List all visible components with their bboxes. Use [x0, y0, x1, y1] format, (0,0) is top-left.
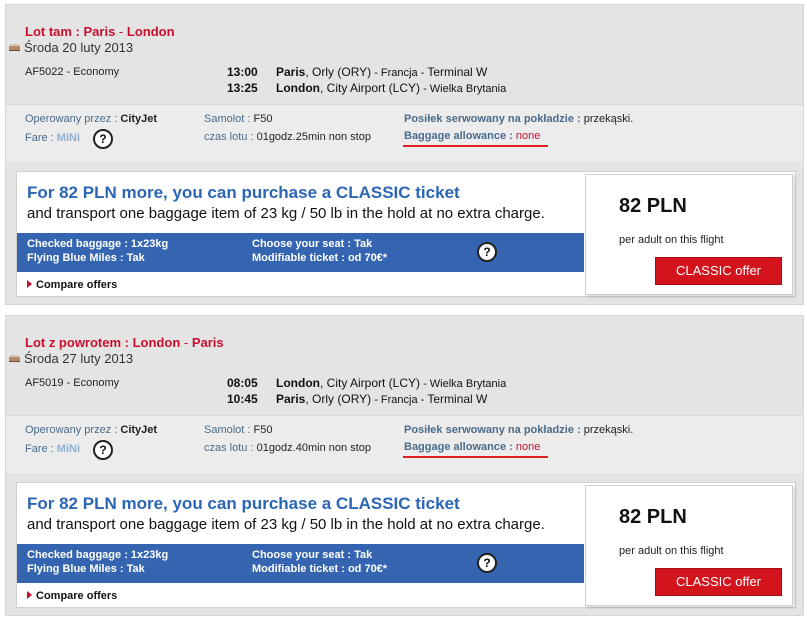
- flight-number: AF5019 - Economy: [25, 377, 120, 389]
- baggage-allowance: Baggage allowance : none: [404, 130, 541, 142]
- classic-offer-button[interactable]: CLASSIC offer: [655, 568, 782, 596]
- checked-baggage: Checked baggage : 1x23kg: [27, 238, 169, 250]
- meal-info: Posiłek serwowany na pokładzie : przekąs…: [404, 113, 634, 125]
- plane-icon: [9, 355, 20, 362]
- plane-icon: [9, 44, 20, 51]
- upsell-offer: For 82 PLN more, you can purchase a CLAS…: [16, 482, 796, 608]
- flight-block-return: Lot z powrotem : London - Paris Środa 27…: [5, 315, 804, 616]
- compare-offers-link[interactable]: Compare offers: [27, 590, 117, 602]
- offer-help-icon[interactable]: ?: [477, 242, 497, 262]
- offer-headline: For 82 PLN more, you can purchase a CLAS…: [27, 494, 460, 513]
- highlight-underline: [403, 145, 548, 147]
- price-card: 82 PLN per adult on this flight CLASSIC …: [585, 485, 793, 606]
- flight-details: Operowany przez : CityJet Fare : MiNi ? …: [6, 104, 803, 162]
- fare: Fare : MiNi: [25, 443, 81, 455]
- fare: Fare : MiNi: [25, 132, 81, 144]
- offer-features: Checked baggage : 1x23kg Flying Blue Mil…: [17, 233, 584, 272]
- flight-date: Środa 27 luty 2013: [9, 351, 133, 366]
- flight-title: Lot z powrotem : London - Paris: [25, 335, 224, 350]
- choose-seat: Choose your seat : Tak: [252, 549, 373, 561]
- triangle-right-icon: [27, 280, 32, 288]
- classic-offer-button[interactable]: CLASSIC offer: [655, 257, 782, 285]
- flight-date: Środa 20 luty 2013: [9, 40, 133, 55]
- price-per-adult: per adult on this flight: [619, 545, 724, 557]
- meal-info: Posiłek serwowany na pokładzie : przekąs…: [404, 424, 634, 436]
- operated-by: Operowany przez : CityJet: [25, 113, 158, 125]
- aircraft: Samolot : F50: [204, 424, 273, 436]
- flight-number: AF5022 - Economy: [25, 66, 120, 78]
- offer-features: Checked baggage : 1x23kg Flying Blue Mil…: [17, 544, 584, 583]
- operated-by: Operowany przez : CityJet: [25, 424, 158, 436]
- triangle-right-icon: [27, 591, 32, 599]
- arrival-airport: London, City Airport (LCY) - Wielka Bryt…: [276, 81, 507, 95]
- offer-subline: and transport one baggage item of 23 kg …: [27, 205, 545, 222]
- offer-headline: For 82 PLN more, you can purchase a CLAS…: [27, 183, 460, 202]
- compare-offers-link[interactable]: Compare offers: [27, 279, 117, 291]
- offer-price: 82 PLN: [619, 506, 687, 528]
- modifiable-ticket: Modifiable ticket : od 70€*: [252, 563, 388, 575]
- price-card: 82 PLN per adult on this flight CLASSIC …: [585, 174, 793, 295]
- aircraft: Samolot : F50: [204, 113, 273, 125]
- arrival-time: 13:25: [227, 81, 258, 95]
- departure-time: 08:05: [227, 376, 258, 390]
- fare-help-icon[interactable]: ?: [93, 129, 113, 149]
- choose-seat: Choose your seat : Tak: [252, 238, 373, 250]
- flight-block-outbound: Lot tam : Paris - London Środa 20 luty 2…: [5, 4, 804, 305]
- offer-subline: and transport one baggage item of 23 kg …: [27, 516, 545, 533]
- fare-help-icon[interactable]: ?: [93, 440, 113, 460]
- flight-title: Lot tam : Paris - London: [25, 24, 175, 39]
- upsell-offer: For 82 PLN more, you can purchase a CLAS…: [16, 171, 796, 297]
- baggage-allowance: Baggage allowance : none: [404, 441, 541, 453]
- flying-blue-miles: Flying Blue Miles : Tak: [27, 252, 145, 264]
- checked-baggage: Checked baggage : 1x23kg: [27, 549, 169, 561]
- flight-duration: czas lotu : 01godz.25min non stop: [204, 131, 371, 143]
- flight-duration: czas lotu : 01godz.40min non stop: [204, 442, 371, 454]
- offer-price: 82 PLN: [619, 195, 687, 217]
- departure-time: 13:00: [227, 65, 258, 79]
- highlight-underline: [403, 456, 548, 458]
- offer-help-icon[interactable]: ?: [477, 553, 497, 573]
- departure-airport: Paris, Orly (ORY) - Francja - Terminal W: [276, 65, 488, 79]
- modifiable-ticket: Modifiable ticket : od 70€*: [252, 252, 388, 264]
- price-per-adult: per adult on this flight: [619, 234, 724, 246]
- departure-airport: London, City Airport (LCY) - Wielka Bryt…: [276, 376, 507, 390]
- arrival-time: 10:45: [227, 392, 258, 406]
- arrival-airport: Paris, Orly (ORY) - Francja - Terminal W: [276, 392, 488, 406]
- flight-details: Operowany przez : CityJet Fare : MiNi ? …: [6, 415, 803, 473]
- flying-blue-miles: Flying Blue Miles : Tak: [27, 563, 145, 575]
